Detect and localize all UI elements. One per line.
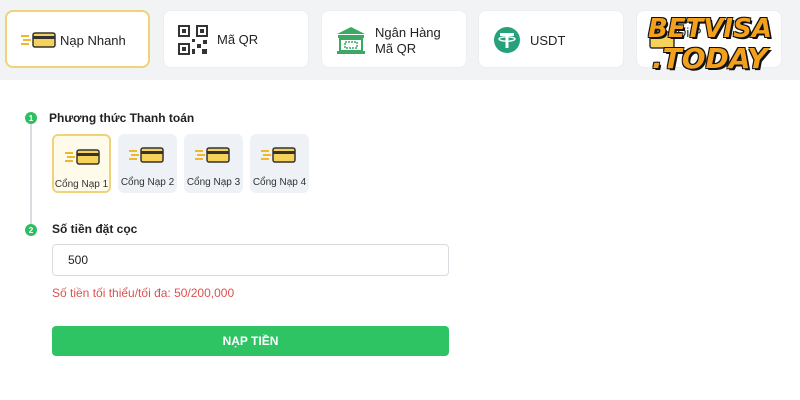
card-speed-icon [129, 147, 164, 163]
qr-code-icon [178, 25, 208, 55]
card-speed-icon [65, 149, 100, 165]
step-1-title: Phương thức Thanh toán [49, 111, 195, 125]
tab-qr-code-label: Mã QR [217, 32, 259, 47]
step-rail [30, 118, 32, 230]
card-speed-icon [195, 147, 230, 163]
gateway-label: Cổng Nạp 3 [186, 177, 241, 188]
step-2-badge: 2 [25, 224, 37, 236]
gateway-option-3[interactable]: Cổng Nạp 3 [184, 134, 243, 193]
bank-icon [337, 27, 365, 54]
gateway-label: Cổng Nạp 2 [120, 177, 175, 188]
tab-usdt-label: USDT [530, 33, 566, 48]
gateway-label: Cổng Nạp 4 [252, 177, 307, 188]
step-1-badge: 1 [25, 112, 37, 124]
tether-icon [494, 27, 520, 53]
logo-line-top: BETVISA [648, 14, 772, 44]
deposit-submit-button[interactable]: NẠP TIỀN [52, 326, 449, 356]
logo-line-bottom: .TODAY [652, 42, 768, 75]
gateway-option-1[interactable]: Cổng Nạp 1 [52, 134, 111, 193]
tab-bank-qr[interactable]: Ngân Hàng Mã QR [321, 10, 467, 68]
tab-usdt[interactable]: USDT [478, 10, 624, 68]
gateway-option-2[interactable]: Cổng Nạp 2 [118, 134, 177, 193]
tab-fast-deposit[interactable]: Nạp Nhanh [5, 10, 150, 68]
tab-fast-deposit-label: Nạp Nhanh [60, 33, 126, 48]
amount-input[interactable] [52, 244, 449, 276]
tab-bank-qr-label: Ngân Hàng Mã QR [375, 25, 441, 56]
gateway-option-4[interactable]: Cổng Nạp 4 [250, 134, 309, 193]
card-speed-icon [21, 32, 56, 48]
step-2-title: Số tiền đặt cọc [52, 222, 138, 236]
betvisa-logo: BETVISA .TODAY [648, 12, 798, 75]
gateway-label: Cổng Nạp 1 [54, 179, 109, 190]
amount-limit-text: Số tiền tối thiểu/tối đa: 50/200,000 [52, 286, 235, 300]
card-speed-icon [261, 147, 296, 163]
tab-qr-code[interactable]: Mã QR [163, 10, 309, 68]
